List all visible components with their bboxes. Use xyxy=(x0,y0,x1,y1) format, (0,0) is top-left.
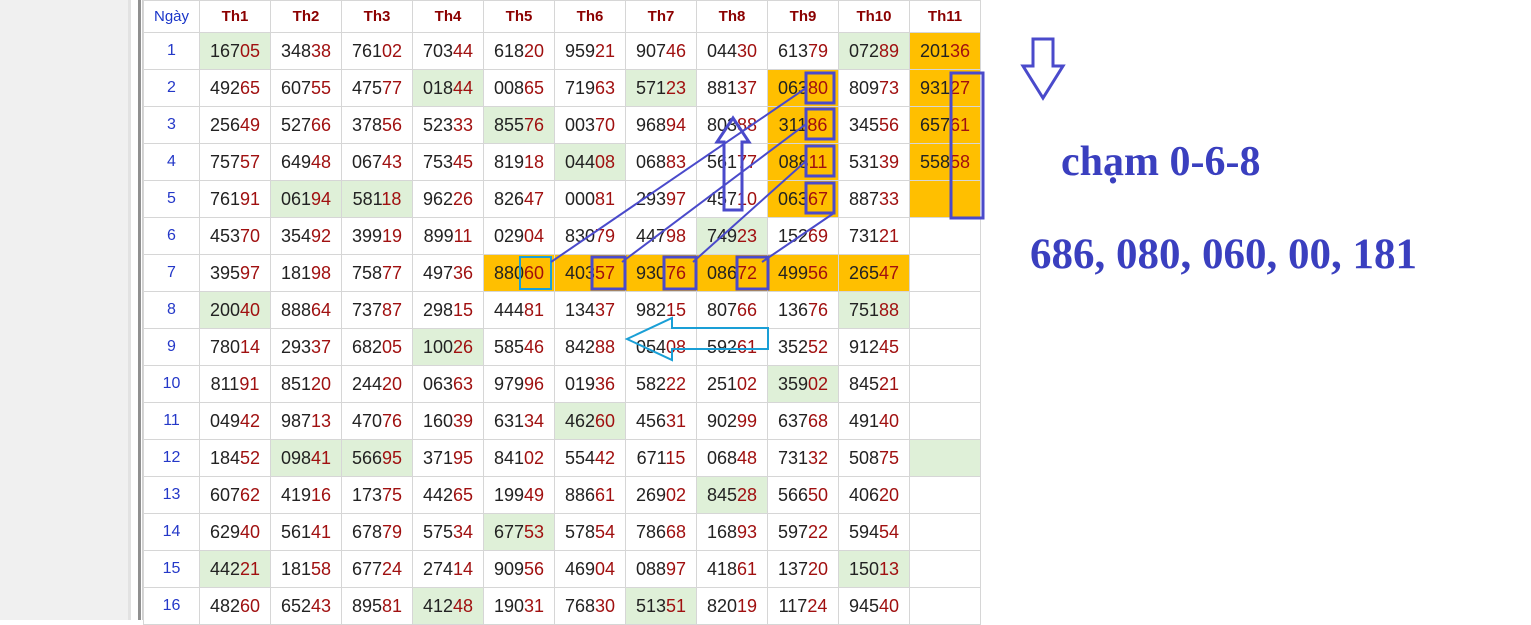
th11-highlight-box xyxy=(949,71,985,220)
th9-box-2 xyxy=(804,107,836,141)
link-line-1 xyxy=(550,87,807,263)
down-arrow-icon xyxy=(1020,37,1066,101)
left-arrow-icon xyxy=(624,316,769,362)
link-line-3 xyxy=(692,160,807,263)
markup-overlay xyxy=(519,37,1066,362)
row7-box-th7 xyxy=(662,255,698,291)
up-arrow-icon xyxy=(714,115,752,212)
link-line-4 xyxy=(761,212,835,263)
link-line-2 xyxy=(621,123,807,263)
row7-cyan-box xyxy=(519,256,552,290)
th9-box-4 xyxy=(804,181,836,215)
th9-box-3 xyxy=(804,144,836,178)
row7-box-th6 xyxy=(590,255,627,291)
th9-box-1 xyxy=(804,71,836,105)
